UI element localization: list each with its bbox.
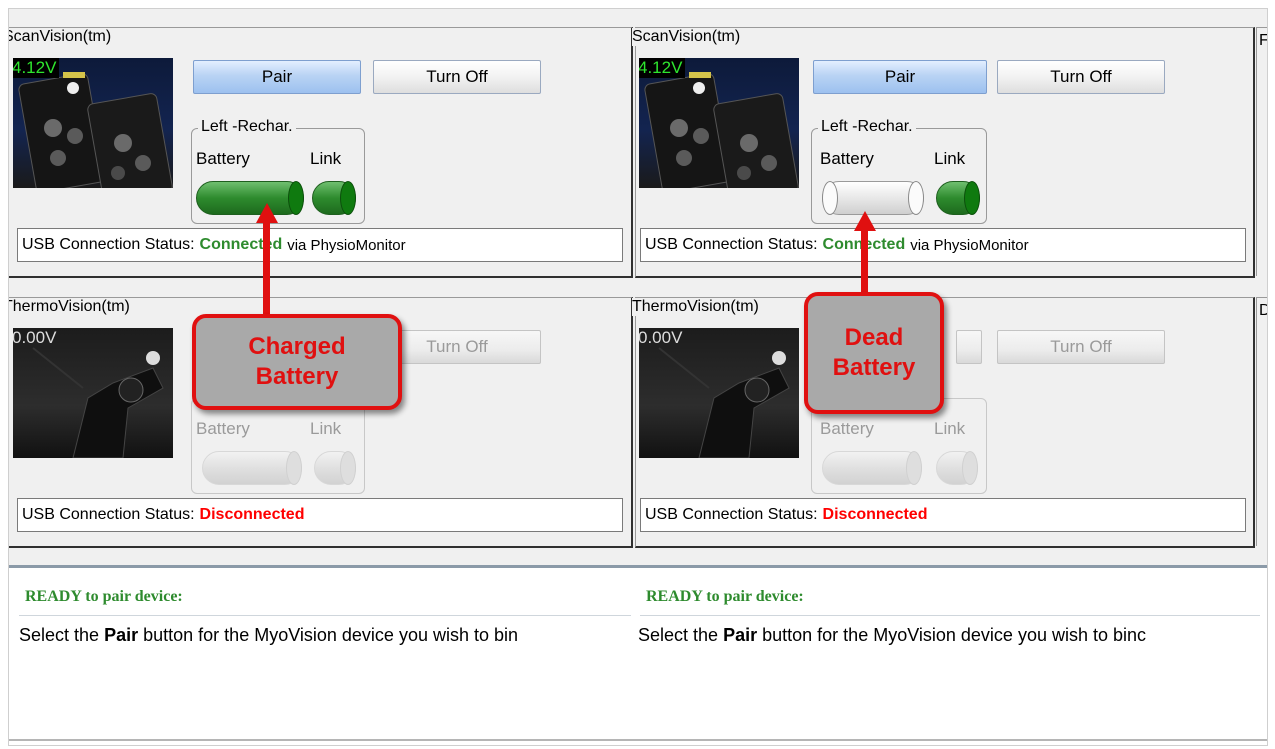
callout-arrowhead-dead bbox=[854, 211, 876, 231]
instr-pre: Select the bbox=[638, 625, 719, 645]
callout-dead-battery: Dead Battery bbox=[804, 292, 944, 414]
voltage-readout: 0.00V bbox=[639, 328, 683, 347]
link-indicator bbox=[936, 181, 980, 215]
edge-letter: D bbox=[1259, 302, 1267, 320]
instr-pre: Select the bbox=[19, 625, 100, 645]
usb-status-label: USB Connection Status: bbox=[22, 506, 195, 523]
rechargeable-group: Battery Link bbox=[191, 398, 365, 494]
pair-button[interactable]: Pair bbox=[193, 60, 361, 94]
link-cap bbox=[340, 451, 356, 485]
panel-title: ThermoVision(tm) bbox=[9, 298, 132, 316]
usb-status-value: Disconnected bbox=[199, 506, 305, 523]
usb-status-suffix: via PhysioMonitor bbox=[287, 236, 406, 254]
usb-status-suffix: via PhysioMonitor bbox=[910, 236, 1029, 254]
ready-rule-left bbox=[19, 615, 631, 616]
usb-status-label: USB Connection Status: bbox=[22, 236, 195, 253]
link-indicator bbox=[314, 451, 356, 485]
ready-rule-right bbox=[640, 615, 1260, 616]
voltage-readout: 4.12V bbox=[13, 58, 60, 78]
battery-indicator-empty bbox=[822, 181, 924, 215]
pair-button[interactable]: Pair bbox=[813, 60, 987, 94]
ready-title-right: READY to pair device: bbox=[646, 588, 804, 605]
link-cap bbox=[340, 181, 356, 215]
scanvision-panel-left: ScanVision(tm) 4.12V Pair Turn Off Left … bbox=[9, 27, 633, 278]
app-window: ScanVision(tm) 4.12V Pair Turn Off Left … bbox=[8, 8, 1268, 746]
battery-indicator-charged bbox=[196, 181, 304, 215]
usb-status-box: USB Connection Status: Disconnected bbox=[640, 498, 1246, 532]
battery-cap-left bbox=[822, 181, 838, 215]
turn-off-button[interactable]: Turn Off bbox=[997, 60, 1165, 94]
panel-title: ScanVision(tm) bbox=[632, 28, 743, 46]
voltage-readout: 4.12V bbox=[639, 58, 686, 78]
link-label: Link bbox=[934, 149, 966, 168]
battery-indicator-disabled bbox=[822, 451, 922, 485]
turn-off-button[interactable]: Turn Off bbox=[997, 330, 1165, 364]
usb-status-label: USB Connection Status: bbox=[645, 236, 818, 253]
bottom-divider bbox=[9, 739, 1267, 741]
device-area: ScanVision(tm) 4.12V Pair Turn Off Left … bbox=[9, 9, 1267, 565]
group-title: Left -Rechar. bbox=[198, 118, 296, 136]
ready-title-left: READY to pair device: bbox=[25, 588, 183, 605]
edge-letter: F bbox=[1259, 32, 1267, 50]
device-image: 4.12V bbox=[639, 58, 799, 188]
link-indicator bbox=[936, 451, 978, 485]
instr-post: button for the MyoVision device you wish… bbox=[762, 625, 1147, 645]
battery-label: Battery bbox=[196, 149, 250, 168]
rechargeable-group: Left -Rechar. Battery Link bbox=[191, 118, 365, 224]
next-panel-edge: F bbox=[1256, 27, 1267, 276]
battery-indicator-disabled bbox=[202, 451, 302, 485]
panel-title: ScanVision(tm) bbox=[9, 28, 114, 46]
link-label: Link bbox=[310, 149, 342, 168]
device-image: 0.00V bbox=[639, 328, 799, 458]
battery-cap bbox=[286, 451, 302, 485]
callout-arrowhead-charged bbox=[256, 203, 278, 223]
callout-charged-battery: Charged Battery bbox=[192, 314, 402, 410]
battery-label: Battery bbox=[196, 419, 250, 438]
pair-button[interactable] bbox=[956, 330, 982, 364]
battery-cap bbox=[288, 181, 304, 215]
thermovision-panel-right: ThermoVision(tm) 0.00V Turn Off Battery … bbox=[632, 297, 1255, 548]
scanvision-panel-right: ScanVision(tm) 4.12V Pair Turn Off Left … bbox=[632, 27, 1255, 278]
device-image: 0.00V bbox=[13, 328, 173, 458]
usb-status-value: Disconnected bbox=[822, 506, 928, 523]
device-image: 4.12V bbox=[13, 58, 173, 188]
next-panel-edge: D bbox=[1256, 297, 1267, 546]
instruction-text-left: Select the Pair button for the MyoVision… bbox=[19, 625, 637, 646]
link-label: Link bbox=[934, 419, 966, 438]
turn-off-button[interactable]: Turn Off bbox=[373, 60, 541, 94]
usb-status-box: USB Connection Status: Connected via Phy… bbox=[640, 228, 1246, 262]
voltage-readout: 0.00V bbox=[13, 328, 57, 347]
instr-post: button for the MyoVision device you wish… bbox=[143, 625, 519, 645]
rechargeable-group: Left -Rechar. Battery Link bbox=[811, 118, 987, 224]
link-cap bbox=[964, 181, 980, 215]
section-divider bbox=[9, 565, 1267, 568]
link-label: Link bbox=[310, 419, 342, 438]
usb-status-box: USB Connection Status: Disconnected bbox=[17, 498, 623, 532]
battery-cap bbox=[906, 451, 922, 485]
panel-title: ThermoVision(tm) bbox=[632, 298, 761, 316]
link-indicator bbox=[312, 181, 356, 215]
battery-label: Battery bbox=[820, 419, 874, 438]
link-cap bbox=[962, 451, 978, 485]
instr-bold: Pair bbox=[104, 625, 139, 645]
battery-label: Battery bbox=[820, 149, 874, 168]
battery-cap bbox=[908, 181, 924, 215]
instruction-text-right: Select the Pair button for the MyoVision… bbox=[638, 625, 1264, 646]
callout-arrow-charged bbox=[263, 221, 270, 321]
group-title: Left -Rechar. bbox=[818, 118, 916, 136]
instr-bold: Pair bbox=[723, 625, 758, 645]
usb-status-box: USB Connection Status: Connected via Phy… bbox=[17, 228, 623, 262]
usb-status-label: USB Connection Status: bbox=[645, 506, 818, 523]
